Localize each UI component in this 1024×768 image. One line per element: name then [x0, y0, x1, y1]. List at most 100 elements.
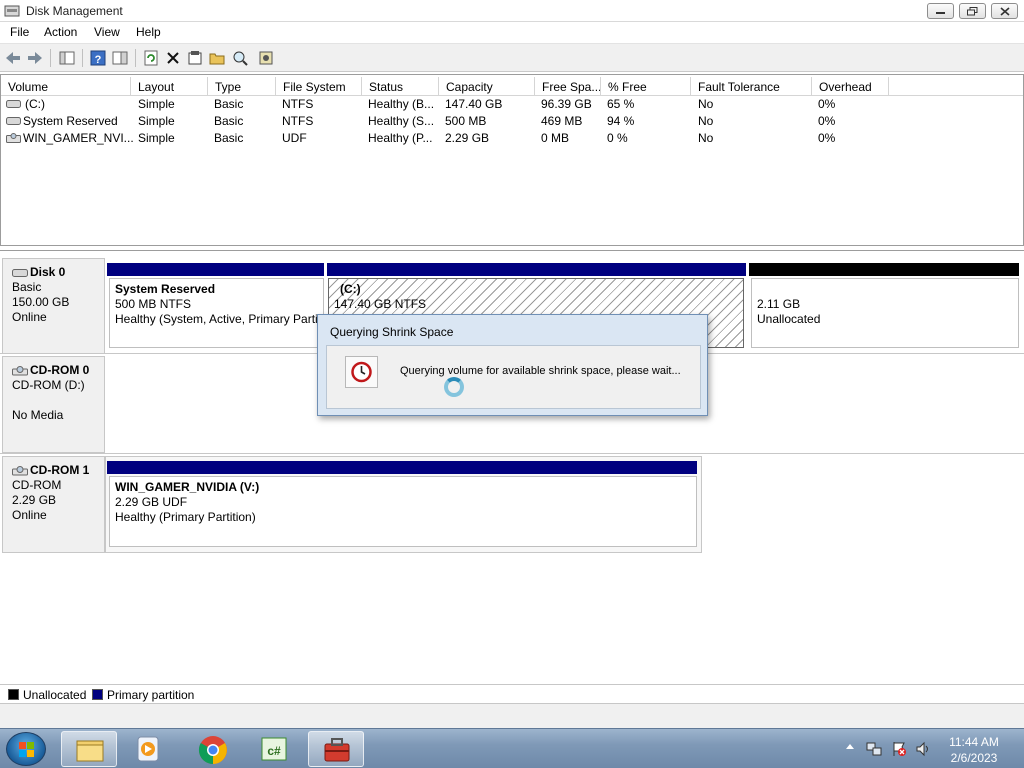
properties-icon[interactable]: [186, 49, 204, 67]
folder-icon: [76, 740, 104, 762]
cell-volume: (C:): [25, 97, 45, 111]
taskbar-disk-management[interactable]: [308, 731, 364, 767]
cell-free-space: 96.39 GB: [541, 97, 592, 111]
cd-drive-icon: [6, 133, 21, 143]
partition-status: Healthy (System, Active, Primary Partit: [115, 312, 322, 326]
menu-file[interactable]: File: [10, 25, 29, 39]
toolbar: ?: [0, 43, 1024, 72]
help-icon[interactable]: ?: [89, 49, 107, 67]
cell-overhead: 0%: [818, 131, 836, 145]
col-fault-tolerance[interactable]: Fault Tolerance: [691, 77, 812, 96]
partition-detail: 500 MB NTFS: [115, 297, 192, 311]
toolbox-icon: [324, 738, 350, 762]
col-percent-free[interactable]: % Free: [601, 77, 691, 96]
forward-arrow-icon[interactable]: [26, 49, 44, 67]
busy-spinner-icon: [444, 377, 464, 397]
cell-free-space: 0 MB: [541, 131, 570, 145]
refresh-icon[interactable]: [142, 49, 160, 67]
primary-partition-bar: [327, 263, 746, 276]
show-hidden-icons-icon[interactable]: [845, 741, 855, 753]
disk-0-label[interactable]: Disk 0 Basic 150.00 GB Online: [2, 258, 105, 354]
disk-name: CD-ROM 1: [30, 463, 90, 477]
col-overhead[interactable]: Overhead: [812, 77, 889, 96]
cell-percent-free: 65 %: [607, 97, 635, 111]
partition-status: Unallocated: [757, 312, 821, 326]
back-arrow-icon[interactable]: [4, 49, 22, 67]
menu-help[interactable]: Help: [136, 25, 161, 39]
volume-speaker-icon[interactable]: [915, 741, 931, 757]
partition-unallocated[interactable]: 2.11 GB Unallocated: [751, 278, 1019, 348]
col-type[interactable]: Type: [208, 77, 276, 96]
cell-status: Healthy (S...: [368, 114, 435, 128]
explore-icon[interactable]: [231, 49, 249, 67]
partition-status: Healthy (Primary Partition): [115, 510, 256, 524]
hard-drive-icon: [6, 100, 21, 108]
cell-volume: System Reserved: [23, 114, 118, 128]
cell-capacity: 147.40 GB: [445, 97, 503, 111]
table-row[interactable]: WIN_GAMER_NVI... Simple Basic UDF Health…: [1, 130, 1023, 147]
menu-view[interactable]: View: [94, 25, 120, 39]
col-layout[interactable]: Layout: [131, 77, 208, 96]
system-clock[interactable]: 11:44 AM 2/6/2023: [935, 734, 1013, 766]
querying-shrink-dialog: Querying Shrink Space Querying volume fo…: [317, 314, 708, 416]
properties-pane-icon[interactable]: [111, 49, 129, 67]
cell-type: Basic: [214, 114, 244, 128]
col-status[interactable]: Status: [362, 77, 439, 96]
cell-layout: Simple: [138, 97, 175, 111]
partition-name: WIN_GAMER_NVIDIA (V:): [115, 480, 260, 494]
col-capacity[interactable]: Capacity: [439, 77, 535, 96]
minimize-button[interactable]: [927, 3, 954, 19]
close-button[interactable]: [991, 3, 1018, 19]
cell-layout: Simple: [138, 131, 175, 145]
cell-type: Basic: [214, 97, 244, 111]
volume-list-header: Volume Layout Type File System Status Ca…: [1, 77, 1023, 96]
clock-time: 11:44 AM: [949, 735, 999, 749]
table-row[interactable]: (C:) Simple Basic NTFS Healthy (B... 147…: [1, 96, 1023, 113]
partition-detail: 147.40 GB NTFS: [334, 297, 427, 311]
delete-icon[interactable]: [164, 49, 182, 67]
disk-size: 150.00 GB: [12, 295, 70, 309]
cell-file-system: NTFS: [282, 114, 314, 128]
show-hide-console-tree-icon[interactable]: [58, 49, 76, 67]
unallocated-bar: [749, 263, 1019, 276]
menu-action[interactable]: Action: [44, 25, 77, 39]
taskbar-chrome[interactable]: [184, 731, 240, 767]
cell-overhead: 0%: [818, 97, 836, 111]
cell-volume: WIN_GAMER_NVI...: [23, 131, 134, 145]
legend-primary: Primary partition: [107, 688, 195, 702]
restore-button[interactable]: [959, 3, 986, 19]
col-free-space[interactable]: Free Spa...: [535, 77, 601, 96]
dialog-title: Querying Shrink Space: [330, 325, 454, 339]
open-folder-icon[interactable]: [208, 49, 226, 67]
disk-state: Online: [12, 310, 47, 324]
window-title: Disk Management: [26, 4, 123, 18]
taskbar-media-player[interactable]: [121, 731, 177, 767]
network-icon[interactable]: [866, 741, 882, 757]
partition-win-gamer-nvidia[interactable]: WIN_GAMER_NVIDIA (V:) 2.29 GB UDF Health…: [109, 476, 697, 547]
action-center-flag-icon[interactable]: [891, 741, 907, 757]
clock-date: 2/6/2023: [950, 751, 998, 765]
cell-overhead: 0%: [818, 114, 836, 128]
dialog-body: Querying volume for available shrink spa…: [326, 345, 701, 409]
table-row[interactable]: System Reserved Simple Basic NTFS Health…: [1, 113, 1023, 130]
partition-system-reserved[interactable]: System Reserved 500 MB NTFS Healthy (Sys…: [109, 278, 324, 348]
hard-drive-icon: [12, 269, 28, 277]
taskbar-explorer[interactable]: [61, 731, 117, 767]
close-icon: [1000, 7, 1010, 16]
col-volume[interactable]: Volume: [1, 77, 131, 96]
cdrom-0-label[interactable]: CD-ROM 0 CD-ROM (D:) No Media: [2, 356, 105, 453]
primary-partition-bar: [107, 263, 324, 276]
cell-type: Basic: [214, 131, 244, 145]
taskbar-csharp[interactable]: c#: [246, 731, 302, 767]
cell-free-space: 469 MB: [541, 114, 583, 128]
col-file-system[interactable]: File System: [276, 77, 362, 96]
cdrom-1-label[interactable]: CD-ROM 1 CD-ROM 2.29 GB Online: [2, 456, 105, 553]
disk-drive: CD-ROM (D:): [12, 378, 85, 392]
cell-capacity: 2.29 GB: [445, 131, 490, 145]
unallocated-swatch: [8, 689, 19, 700]
cell-status: Healthy (P...: [368, 131, 433, 145]
start-button[interactable]: [6, 732, 46, 766]
primary-partition-bar: [107, 461, 697, 474]
settings-icon[interactable]: [257, 49, 275, 67]
media-player-icon: [137, 736, 159, 762]
